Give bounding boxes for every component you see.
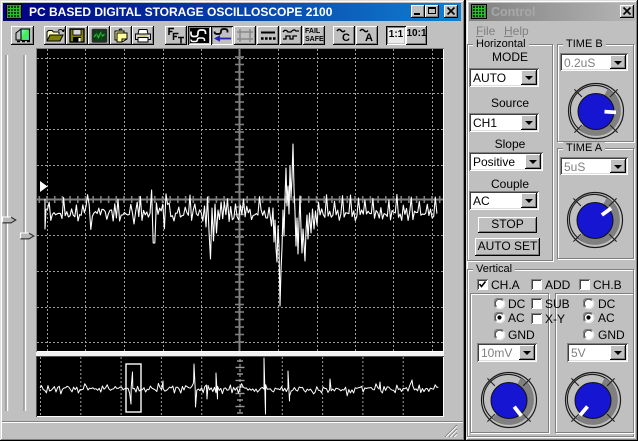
- svg-text:A: A: [365, 32, 373, 43]
- svg-text:C: C: [342, 32, 350, 43]
